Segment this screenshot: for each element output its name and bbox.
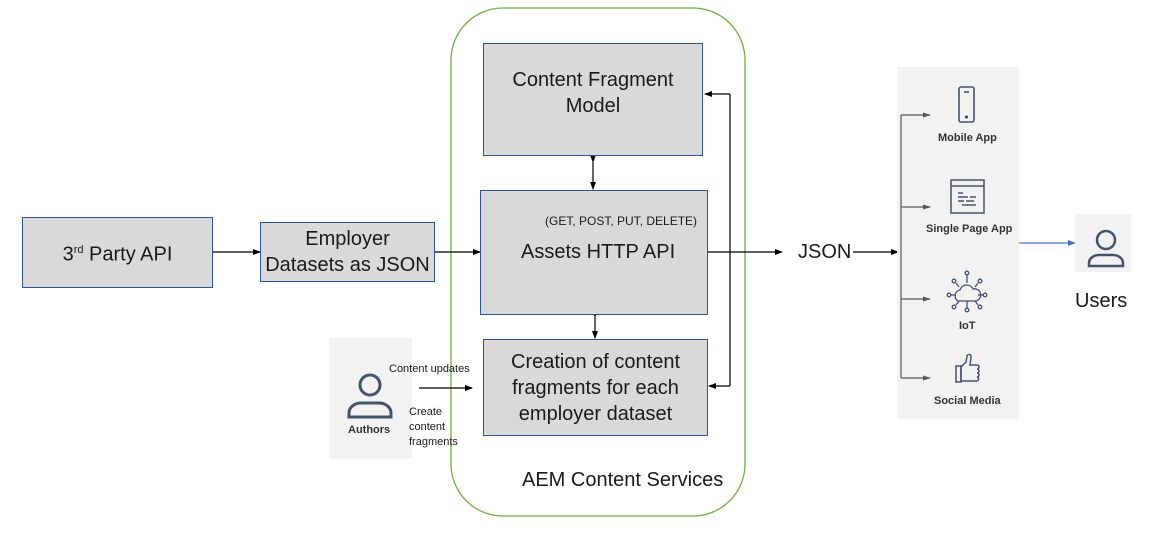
create-fragments-line1: Create xyxy=(409,406,443,418)
third-party-api-label: 3rd Party API xyxy=(62,243,173,266)
creation-line2: fragments for each xyxy=(512,376,679,399)
content-fragment-model-box: Content Fragment Model xyxy=(483,43,703,156)
assets-http-api-methods: (GET, POST, PUT, DELETE) xyxy=(545,214,698,228)
creation-line3: employer dataset xyxy=(518,402,673,425)
authors-label: Authors xyxy=(348,424,391,436)
creation-line1: Creation of content xyxy=(511,350,680,373)
aem-container-label: AEM Content Services xyxy=(522,469,724,491)
third-party-api-box: 3rd Party API xyxy=(22,217,213,288)
content-fragment-model-line1: Content Fragment xyxy=(512,68,674,91)
users-label: Users xyxy=(1075,290,1128,312)
create-fragments-line2: content xyxy=(409,421,446,433)
channel-label-spa: Single Page App xyxy=(926,223,1013,235)
employer-datasets-line1: Employer xyxy=(305,228,390,250)
create-fragments-line3: fragments xyxy=(409,436,458,448)
channel-label-mobile: Mobile App xyxy=(938,132,997,144)
authors-panel xyxy=(329,338,412,459)
content-fragment-model-line2: Model xyxy=(565,94,621,117)
employer-datasets-line2: Datasets as JSON xyxy=(265,254,430,276)
json-label: JSON xyxy=(798,241,852,263)
assets-http-api-label: Assets HTTP API xyxy=(521,241,676,263)
content-updates-label: Content updates xyxy=(389,363,470,375)
creation-of-fragments-box: Creation of content fragments for each e… xyxy=(483,339,708,436)
channel-label-social: Social Media xyxy=(934,395,1001,407)
employer-datasets-box: Employer Datasets as JSON xyxy=(260,222,435,282)
assets-http-api-box: (GET, POST, PUT, DELETE) Assets HTTP API xyxy=(480,190,708,315)
channel-label-iot: IoT xyxy=(959,320,976,332)
